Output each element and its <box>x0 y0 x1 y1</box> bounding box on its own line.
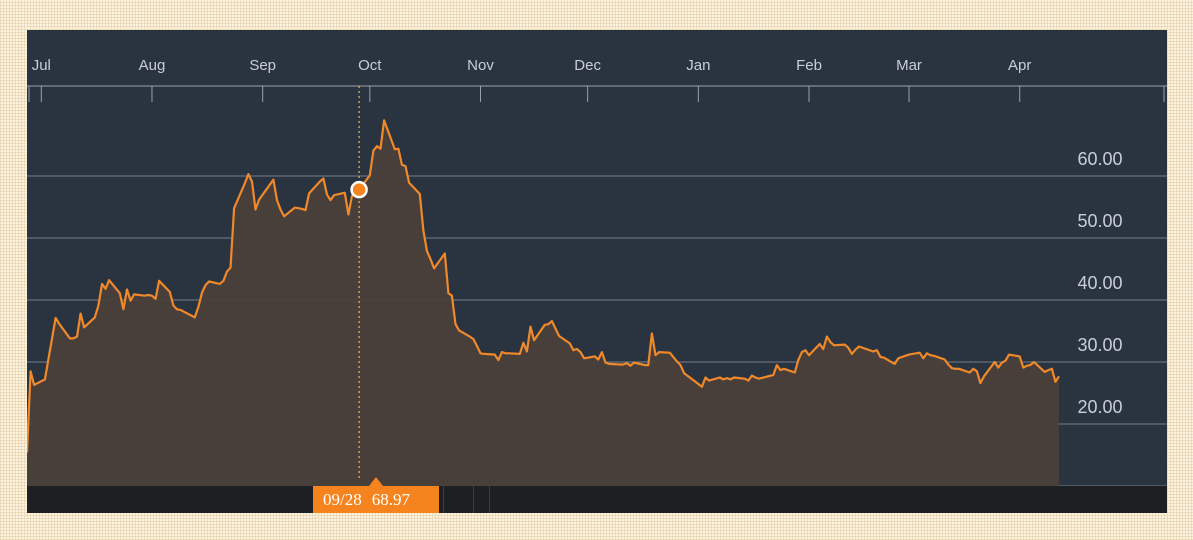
x-tick-label: Feb <box>796 57 822 74</box>
y-tick-label: 60.00 <box>1077 149 1122 169</box>
value-tooltip: 09/28 68.97 <box>313 486 439 513</box>
chart-panel: Jul Aug Sep Oct Nov Dec Jan Feb Mar Apr 20.00 30.0… <box>27 30 1167 513</box>
price-area <box>27 119 1060 487</box>
x-tick-label: Jul <box>32 57 51 74</box>
x-tick-label: Apr <box>1008 57 1031 74</box>
tooltip-value: 68.97 <box>371 489 410 509</box>
x-tick-label: Sep <box>249 57 276 74</box>
y-tick-label: 20.00 <box>1077 397 1122 417</box>
stock-chart[interactable]: Jul Aug Sep Oct Nov Dec Jan Feb Mar Apr 20.00 30.0… <box>27 30 1167 513</box>
x-tick-label: Nov <box>467 57 494 74</box>
bar-divider <box>489 486 490 513</box>
y-tick-label: 40.00 <box>1077 273 1122 293</box>
navigator-bar[interactable] <box>27 486 1167 513</box>
x-tick-label: Mar <box>896 57 922 74</box>
y-tick-label: 30.00 <box>1077 335 1122 355</box>
price-area-fill <box>27 120 1059 487</box>
tooltip-arrow <box>369 477 383 486</box>
y-axis: 20.00 30.00 40.00 50.00 60.00 <box>1077 149 1122 417</box>
bar-divider <box>473 486 474 513</box>
x-tick-label: Dec <box>574 57 601 74</box>
tooltip-date: 09/28 <box>323 489 362 509</box>
x-tick-label: Oct <box>358 57 382 74</box>
x-tick-label: Jan <box>686 57 710 74</box>
y-tick-label: 50.00 <box>1077 211 1122 231</box>
bar-divider <box>443 486 444 513</box>
x-tick-label: Aug <box>139 57 166 74</box>
x-axis: Jul Aug Sep Oct Nov Dec Jan Feb Mar Apr <box>27 57 1167 102</box>
highlight-marker <box>350 180 368 199</box>
